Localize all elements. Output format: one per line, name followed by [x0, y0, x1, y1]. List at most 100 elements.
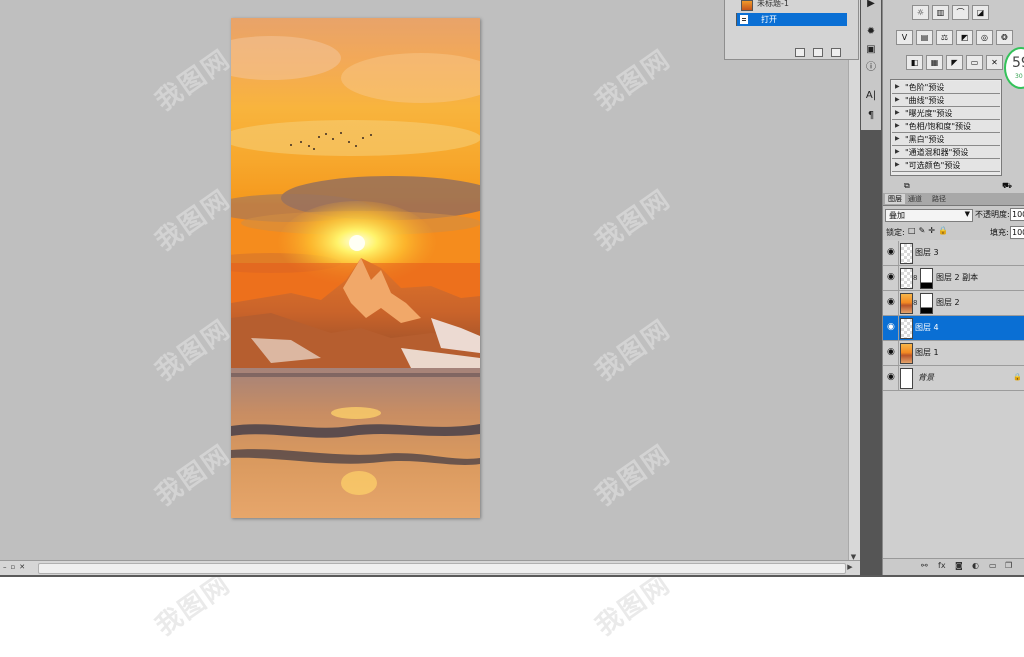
levels-icon[interactable]: ▥	[932, 5, 949, 20]
preset-selective-color[interactable]: ▶ "可选颜色"预设	[892, 159, 1000, 172]
link-layers-icon[interactable]: ⚯	[921, 561, 928, 570]
layer-row[interactable]: ◉ 8 图层 2	[883, 291, 1024, 316]
tab-channels[interactable]: 通道	[905, 194, 925, 204]
adjustment-icons-row-2: V ▤ ⚖ ◩ ◎ ❂	[896, 30, 1013, 45]
layers-panel-tabs: 图层 通道 路径	[883, 193, 1024, 206]
eye-icon[interactable]: ◉	[887, 247, 897, 257]
character-icon[interactable]: A|	[862, 88, 880, 104]
preset-label: "曲线"预设	[905, 96, 945, 105]
horizontal-scrollbar[interactable]	[38, 563, 846, 574]
layer-row[interactable]: ◉ 图层 4	[883, 316, 1024, 341]
invert-icon[interactable]: ◧	[906, 55, 923, 70]
vibrance-icon[interactable]: V	[896, 30, 913, 45]
new-group-icon[interactable]: ▭	[989, 561, 997, 570]
lock-transparency-icon[interactable]: □	[908, 226, 919, 235]
lock-options: □✎✛🔒	[908, 226, 951, 235]
posterize-icon[interactable]: ▦	[926, 55, 943, 70]
layer-thumbnail	[900, 343, 913, 364]
expand-triangle-icon: ▶	[895, 161, 900, 168]
swatches-icon[interactable]: ▣	[862, 42, 880, 58]
document-icon	[740, 15, 748, 24]
photo-filter-icon[interactable]: ◎	[976, 30, 993, 45]
layer-mask-thumbnail[interactable]	[920, 293, 933, 314]
adjustment-layer-icon[interactable]: ◐	[972, 561, 979, 570]
blend-mode-value: 叠加	[889, 211, 905, 220]
preset-channel-mixer[interactable]: ▶ "通道混和器"预设	[892, 146, 1000, 159]
preset-levels[interactable]: ▶ "色阶"预设	[892, 81, 1000, 94]
snapshot-thumbnail	[741, 0, 753, 11]
scroll-right-arrow-icon[interactable]: ▶	[844, 561, 856, 573]
layer-name: 图层 4	[915, 323, 939, 332]
eye-icon[interactable]: ◉	[887, 322, 897, 332]
layer-name: 图层 2 副本	[936, 273, 979, 282]
history-snapshot[interactable]: 未标题-1	[727, 0, 847, 11]
channel-mixer-icon[interactable]: ❂	[996, 30, 1013, 45]
color-balance-icon[interactable]: ⚖	[936, 30, 953, 45]
vertical-scrollbar[interactable]	[848, 0, 860, 562]
eye-icon[interactable]: ◉	[887, 372, 897, 382]
curves-icon[interactable]: ⌒	[952, 5, 969, 20]
document-window-controls: – ▫ ✕	[0, 560, 39, 574]
new-document-from-state-icon[interactable]	[795, 48, 805, 57]
fill-input[interactable]: 100	[1010, 226, 1024, 239]
chain-link-icon[interactable]: 8	[913, 274, 917, 282]
paragraph-icon[interactable]: ¶	[862, 108, 880, 124]
layer-row[interactable]: ◉ 8 图层 2 副本	[883, 266, 1024, 291]
eye-icon[interactable]: ◉	[887, 347, 897, 357]
layer-row[interactable]: ◉ 背景 🔒	[883, 366, 1024, 391]
restore-icon[interactable]: ▫	[11, 560, 16, 574]
preset-hue-saturation[interactable]: ▶ "色相/饱和度"预设	[892, 120, 1000, 133]
expand-triangle-icon: ▶	[895, 148, 900, 155]
adjustment-icons-row-3: ◧ ▦ ◤ ▭ ✕	[906, 55, 1003, 70]
lock-position-icon[interactable]: ✛	[928, 226, 938, 235]
info-icon[interactable]: ⓘ	[862, 60, 880, 76]
history-state-marker[interactable]	[728, 13, 737, 26]
layer-style-fx-icon[interactable]: fx	[938, 561, 946, 570]
layer-thumbnail	[900, 243, 913, 264]
layer-mask-thumbnail[interactable]	[920, 268, 933, 289]
adjustment-icons-row-1: ☼ ▥ ⌒ ◪	[912, 5, 989, 20]
layer-name: 背景	[918, 373, 934, 382]
brightness-contrast-icon[interactable]: ☼	[912, 5, 929, 20]
minimize-icon[interactable]: –	[3, 560, 7, 574]
expand-triangle-icon: ▶	[895, 122, 900, 129]
eye-icon[interactable]: ◉	[887, 297, 897, 307]
chain-link-icon[interactable]: 8	[913, 299, 917, 307]
preset-black-white[interactable]: ▶ "黑白"预设	[892, 133, 1000, 146]
play-action-icon[interactable]: ▶	[862, 0, 880, 12]
threshold-icon[interactable]: ◤	[946, 55, 963, 70]
history-step-open[interactable]: 打开	[737, 13, 847, 26]
gradient-map-icon[interactable]: ▭	[966, 55, 983, 70]
exposure-icon[interactable]: ◪	[972, 5, 989, 20]
hue-saturation-icon[interactable]: ▤	[916, 30, 933, 45]
layer-row[interactable]: ◉ 图层 3	[883, 241, 1024, 266]
preset-exposure[interactable]: ▶ "曝光度"预设	[892, 107, 1000, 120]
preset-label: "通道混和器"预设	[905, 148, 969, 157]
lock-all-icon[interactable]: 🔒	[938, 226, 951, 235]
trash-icon[interactable]	[831, 48, 841, 57]
clip-to-layer-icon[interactable]: ⧉	[904, 181, 910, 191]
opacity-input[interactable]: 100	[1010, 208, 1024, 221]
adjustments-footer: ⧉ ⛟	[884, 181, 1024, 192]
lock-image-icon[interactable]: ✎	[919, 226, 929, 235]
preset-curves[interactable]: ▶ "曲线"预设	[892, 94, 1000, 107]
layer-row[interactable]: ◉ 图层 1	[883, 341, 1024, 366]
expand-triangle-icon: ▶	[895, 96, 900, 103]
tab-layers[interactable]: 图层	[885, 194, 905, 204]
expand-view-icon[interactable]: ⛟	[1002, 181, 1012, 191]
eye-icon[interactable]: ◉	[887, 272, 897, 282]
black-white-icon[interactable]: ◩	[956, 30, 973, 45]
add-mask-icon[interactable]: ◙	[955, 561, 963, 570]
new-snapshot-icon[interactable]	[813, 48, 823, 57]
layer-thumbnail	[900, 268, 913, 289]
close-icon[interactable]: ✕	[19, 560, 25, 574]
preset-label: "可选颜色"预设	[905, 161, 961, 170]
brush-settings-icon[interactable]: ✹	[862, 24, 880, 40]
new-layer-icon[interactable]: ❐	[1005, 561, 1012, 570]
sunset-mountain-artwork	[231, 18, 480, 518]
document-canvas[interactable]	[231, 18, 480, 518]
fill-label: 填充:	[990, 228, 1009, 237]
selective-color-icon[interactable]: ✕	[986, 55, 1003, 70]
blend-mode-select[interactable]: 叠加 ▼	[885, 209, 973, 222]
tab-paths[interactable]: 路径	[929, 194, 949, 204]
